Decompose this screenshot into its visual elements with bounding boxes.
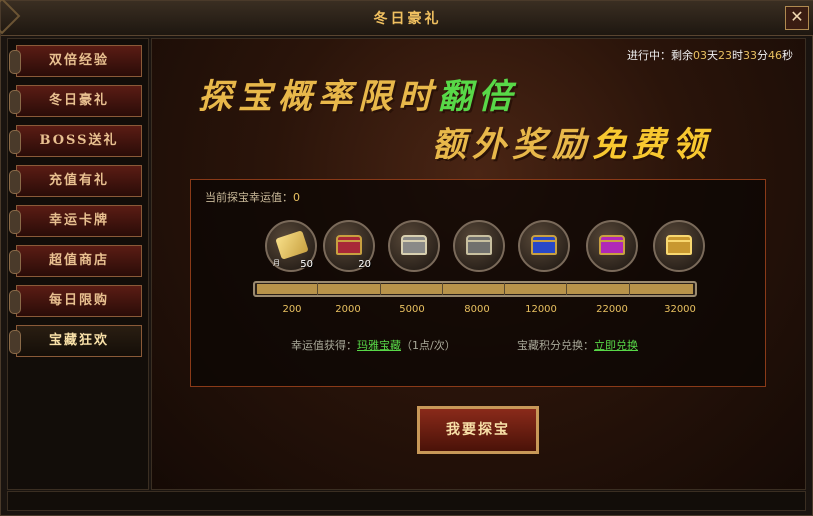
reward-count: 20: [358, 259, 371, 270]
progress-tick-label: 12000: [525, 304, 557, 315]
countdown-prefix: 进行中：剩余: [627, 49, 693, 62]
progress-tick-label: 200: [282, 304, 302, 315]
sidebar-item-label: 冬日豪礼: [48, 93, 109, 108]
pin-icon: [9, 50, 21, 74]
luck-value: 0: [293, 191, 300, 204]
countdown-minutes: 33: [743, 49, 757, 62]
chest-lid: [401, 235, 427, 242]
reward-slot-purple-chest[interactable]: [586, 220, 638, 272]
luck-value-row: 当前探宝幸运值：0: [205, 189, 300, 205]
treasure-hunt-button[interactable]: 我要探宝: [417, 406, 539, 454]
sidebar-item-label: 双倍经验: [48, 53, 109, 68]
maya-treasure-link[interactable]: 玛雅宝藏: [357, 339, 401, 352]
pin-icon: [9, 330, 21, 354]
progress-segment-divider: [504, 283, 505, 295]
pin-icon: [9, 250, 21, 274]
countdown-days-unit: 天: [707, 49, 718, 62]
sidebar-item-treasure-carnival[interactable]: 宝藏狂欢: [9, 325, 142, 357]
reward-slot-silver-chest-2[interactable]: [453, 220, 505, 272]
points-exchange-info: 宝藏积分兑换：立即兑换: [517, 337, 638, 353]
luck-earn-info: 幸运值获得：玛雅宝藏（1点/次）: [291, 337, 456, 353]
sidebar-item-winter-gift[interactable]: 冬日豪礼: [9, 85, 142, 117]
pin-icon: [9, 90, 21, 114]
chest-lid: [466, 235, 492, 242]
chest-lid: [531, 235, 557, 242]
progress-segment-divider: [442, 283, 443, 295]
banner-line-1-highlight: 翻倍: [438, 77, 518, 117]
treasure-panel: 当前探宝幸运值：0 月 50 20 200 2000 5000 8000 120…: [190, 179, 766, 387]
progress-tick-label: 8000: [464, 304, 490, 315]
reward-slot-silver-chest[interactable]: [388, 220, 440, 272]
sidebar-item-label: 宝藏狂欢: [48, 333, 109, 348]
reward-slot-scroll[interactable]: 月 50: [265, 220, 317, 272]
sidebar: 双倍经验 冬日豪礼 BOSS送礼 充值有礼 幸运卡牌 超值商店 每日限购 宝藏狂…: [7, 38, 149, 490]
progress-tick-label: 2000: [335, 304, 361, 315]
reward-slot-gold-chest[interactable]: [653, 220, 705, 272]
progress-tick-label: 22000: [596, 304, 628, 315]
exchange-now-link[interactable]: 立即兑换: [594, 339, 638, 352]
pin-icon: [9, 290, 21, 314]
countdown-seconds: 46: [768, 49, 782, 62]
progress-segment-divider: [566, 283, 567, 295]
chest-lid: [666, 235, 692, 242]
countdown-minutes-unit: 分: [757, 49, 768, 62]
banner-line-1: 探宝概率限时翻倍: [198, 69, 518, 118]
sidebar-item-label: BOSS送礼: [39, 133, 119, 148]
progress-segment-divider: [629, 283, 630, 295]
window-title: 冬日豪礼: [373, 11, 442, 27]
reward-tag: 月: [273, 259, 280, 267]
banner-line-2-highlight: 免费领: [592, 125, 712, 165]
pin-icon: [9, 210, 21, 234]
exchange-label: 宝藏积分兑换：: [517, 339, 594, 352]
chest-lid: [599, 235, 625, 242]
luck-label: 当前探宝幸运值：: [205, 191, 293, 204]
reward-slot-blue-chest[interactable]: [518, 220, 570, 272]
progress-track: [257, 284, 693, 294]
banner-line-1-text: 探宝概率限时: [198, 77, 438, 117]
reward-count: 50: [300, 259, 313, 270]
main-content: 进行中：剩余03天23时33分46秒 探宝概率限时翻倍 额外奖励免费领 当前探宝…: [151, 38, 806, 490]
title-bar: 冬日豪礼 ✕: [0, 0, 813, 36]
close-button[interactable]: ✕: [785, 6, 809, 30]
countdown-hours-unit: 时: [732, 49, 743, 62]
winter-gift-window: 冬日豪礼 ✕ 双倍经验 冬日豪礼 BOSS送礼 充值有礼 幸运卡牌 超值商店 每…: [0, 0, 813, 516]
banner-line-2: 额外奖励免费领: [432, 117, 712, 166]
pin-icon: [9, 130, 21, 154]
sidebar-item-boss-gift[interactable]: BOSS送礼: [9, 125, 142, 157]
sidebar-item-label: 超值商店: [48, 253, 109, 268]
sidebar-item-double-exp[interactable]: 双倍经验: [9, 45, 142, 77]
progress-segment-divider: [317, 283, 318, 295]
luck-progress-bar: [253, 281, 697, 297]
sidebar-item-lucky-cards[interactable]: 幸运卡牌: [9, 205, 142, 237]
countdown-hours: 23: [718, 49, 732, 62]
sidebar-item-label: 充值有礼: [48, 173, 109, 188]
progress-segment-divider: [380, 283, 381, 295]
chest-lid: [336, 235, 362, 242]
sidebar-item-label: 每日限购: [48, 293, 109, 308]
progress-tick-label: 5000: [399, 304, 425, 315]
sidebar-item-daily-limit[interactable]: 每日限购: [9, 285, 142, 317]
earn-label: 幸运值获得：: [291, 339, 357, 352]
earn-note: （1点/次）: [401, 339, 456, 352]
footer-bar: [7, 491, 806, 511]
reward-slot-red-chest[interactable]: 20: [323, 220, 375, 272]
countdown-seconds-unit: 秒: [782, 49, 793, 62]
sidebar-item-label: 幸运卡牌: [48, 213, 109, 228]
event-countdown: 进行中：剩余03天23时33分46秒: [627, 47, 793, 63]
banner-line-2-text: 额外奖励: [432, 125, 592, 165]
progress-tick-label: 32000: [664, 304, 696, 315]
scroll-icon: [275, 230, 309, 260]
countdown-days: 03: [693, 49, 707, 62]
sidebar-item-value-shop[interactable]: 超值商店: [9, 245, 142, 277]
pin-icon: [9, 170, 21, 194]
sidebar-item-recharge-gift[interactable]: 充值有礼: [9, 165, 142, 197]
